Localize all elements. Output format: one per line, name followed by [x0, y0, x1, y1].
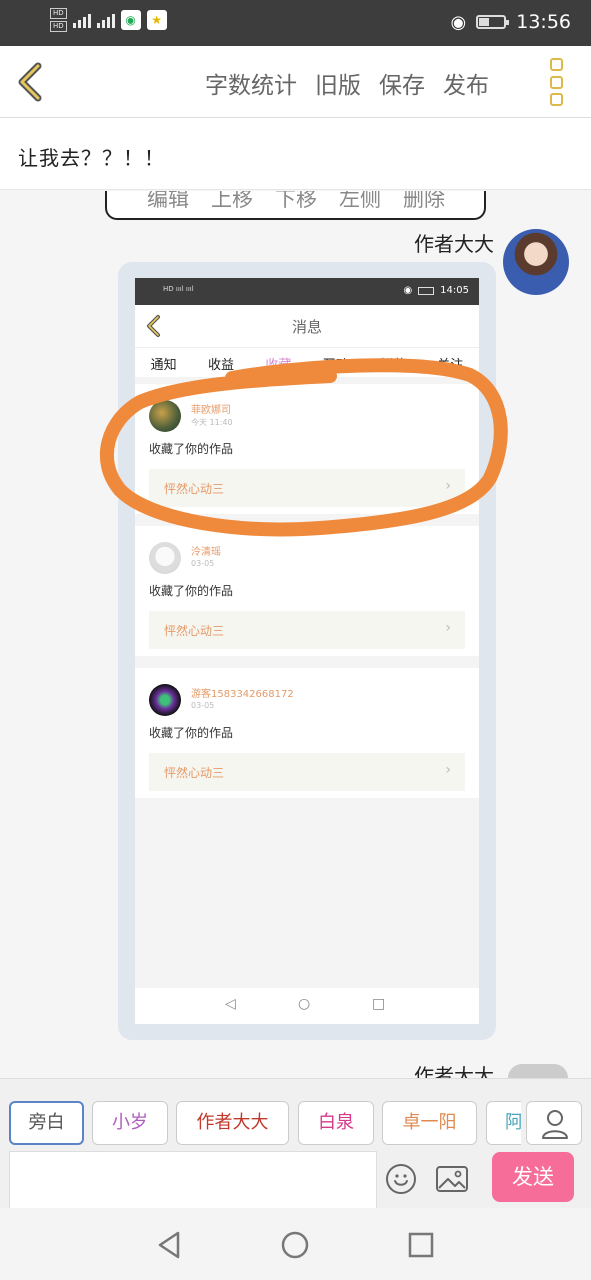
more-menu-button[interactable] — [550, 58, 566, 106]
dot-icon — [550, 58, 563, 71]
character-chip[interactable]: 作者大大 — [176, 1101, 289, 1145]
tab-notify: 通知 — [150, 358, 177, 373]
embedded-status-bar: HD ıııl ıııl ◉ 14:05 — [135, 278, 479, 305]
chevron-right-icon: › — [445, 620, 451, 636]
user-avatar — [149, 400, 181, 432]
work-link: 怦然心动三 › — [149, 753, 465, 791]
embedded-back-nav-icon: ◁ — [225, 996, 236, 1012]
embedded-time: 14:05 — [440, 285, 469, 296]
tab-flowers: 鲜花 — [379, 358, 406, 373]
tab-interact: 互动 — [322, 358, 349, 373]
embedded-signal-icon: HD ıııl ıııl — [163, 285, 194, 293]
toolbar-actions: 字数统计 旧版 保存 发布 — [205, 66, 489, 100]
tab-follow: 关注 — [437, 358, 464, 373]
narration-text: 让我去？？！！ — [18, 146, 165, 170]
character-chip[interactable]: 阿 — [486, 1101, 521, 1145]
back-button[interactable] — [12, 60, 52, 104]
notification-user: 菲欧娜司 — [191, 405, 231, 416]
notification-user: 泠清瑶 — [191, 547, 221, 558]
embedded-screenshot: HD ıııl ıııl ◉ 14:05 消息 通知 收益 收藏 互动 鲜花 关… — [135, 278, 479, 1024]
user-avatar — [149, 684, 181, 716]
hd-icon: HD HD — [50, 8, 67, 32]
app-notification-icon: ◉ — [120, 10, 141, 30]
embedded-battery-icon — [418, 286, 435, 295]
smiley-icon — [394, 1174, 408, 1186]
image-icon — [436, 1166, 468, 1192]
speaker-name: 作者大大 — [414, 232, 494, 256]
notification-card: 菲欧娜司 今天 11:40 收藏了你的作品 怦然心动三 › — [135, 384, 479, 514]
add-character-button[interactable] — [526, 1101, 582, 1145]
work-title: 怦然心动三 — [164, 482, 225, 496]
narration-block[interactable]: 让我去？？！！ — [0, 118, 591, 190]
image-button[interactable] — [436, 1166, 468, 1192]
chevron-right-icon: › — [445, 762, 451, 778]
embedded-eye-icon: ◉ — [403, 285, 413, 296]
editor-toolbar: 字数统计 旧版 保存 发布 — [0, 46, 591, 118]
character-chip-narrator[interactable]: 旁白 — [9, 1101, 84, 1145]
chevron-left-icon — [18, 62, 42, 102]
left-side-button[interactable]: 左侧 — [339, 191, 381, 213]
nav-back-icon[interactable] — [154, 1230, 184, 1260]
chevron-right-icon: › — [445, 478, 451, 494]
notification-text: 收藏了你的作品 — [149, 584, 234, 598]
character-chip[interactable]: 小岁 — [92, 1101, 168, 1145]
notification-time: 03-05 — [191, 559, 215, 568]
send-button[interactable]: 发送 — [492, 1152, 574, 1202]
status-bar: HD HD ◉ ★ ◉ 13:56 — [0, 0, 591, 46]
status-left: HD HD ◉ ★ — [50, 8, 167, 32]
embedded-nav-bar: ◁ ○ □ — [135, 988, 479, 1024]
save-button[interactable]: 保存 — [379, 66, 425, 100]
dot-icon — [550, 75, 563, 89]
user-avatar — [149, 542, 181, 574]
person-icon — [542, 1110, 568, 1139]
dot-icon — [550, 93, 563, 106]
notification-card: 泠清瑶 03-05 收藏了你的作品 怦然心动三 › — [135, 526, 479, 656]
status-time: 13:56 — [516, 11, 571, 33]
edit-menu: 编辑 上移 下移 左侧 删除 — [105, 191, 486, 220]
move-up-button[interactable]: 上移 — [211, 191, 253, 213]
edit-button[interactable]: 编辑 — [147, 191, 189, 213]
word-count-button[interactable]: 字数统计 — [205, 66, 297, 100]
notification-text: 收藏了你的作品 — [149, 442, 234, 456]
notification-text: 收藏了你的作品 — [149, 726, 234, 740]
work-link: 怦然心动三 › — [149, 611, 465, 649]
message-input[interactable] — [9, 1151, 377, 1209]
old-version-button[interactable]: 旧版 — [315, 66, 361, 100]
work-link: 怦然心动三 › — [149, 469, 465, 507]
notification-time: 今天 11:40 — [191, 418, 233, 427]
embedded-title: 消息 — [291, 318, 322, 336]
system-nav-bar — [0, 1208, 591, 1280]
work-title: 怦然心动三 — [164, 624, 225, 638]
eye-icon: ◉ — [450, 11, 467, 33]
emoji-button[interactable] — [386, 1164, 416, 1194]
battery-icon — [476, 15, 510, 29]
move-down-button[interactable]: 下移 — [275, 191, 317, 213]
character-chip[interactable]: 卓一阳 — [382, 1101, 477, 1145]
notification-user: 游客1583342668172 — [191, 689, 294, 700]
notification-time: 03-05 — [191, 701, 215, 710]
embedded-home-nav-icon: ○ — [298, 996, 311, 1012]
signal-icon — [72, 12, 91, 28]
embedded-tabs: 通知 收益 收藏 互动 鲜花 关注 — [135, 347, 479, 377]
avatar[interactable] — [503, 229, 569, 295]
embedded-recent-nav-icon: □ — [372, 996, 386, 1012]
embedded-header: 消息 — [135, 305, 479, 347]
character-selector: 旁白 小岁 作者大大 白泉 卓一阳 阿 — [9, 1101, 521, 1145]
tab-favorites: 收藏 — [265, 358, 292, 373]
star-app-icon: ★ — [146, 10, 167, 30]
character-chip[interactable]: 白泉 — [298, 1101, 374, 1145]
tab-income: 收益 — [207, 358, 234, 373]
nav-home-icon[interactable] — [280, 1230, 310, 1260]
status-right: ◉ 13:56 — [451, 11, 571, 33]
signal-icon — [96, 12, 115, 28]
avatar[interactable] — [508, 1064, 568, 1078]
publish-button[interactable]: 发布 — [443, 66, 489, 100]
delete-button[interactable]: 删除 — [403, 191, 445, 213]
notification-card: 游客1583342668172 03-05 收藏了你的作品 怦然心动三 › — [135, 668, 479, 798]
work-title: 怦然心动三 — [164, 766, 225, 780]
nav-recent-icon[interactable] — [406, 1230, 436, 1260]
